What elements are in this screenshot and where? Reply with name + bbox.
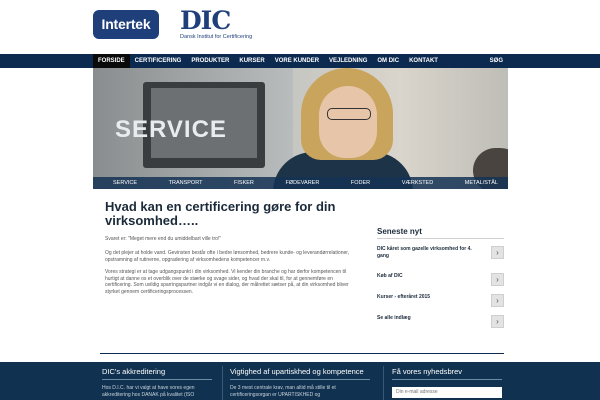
chevron-right-icon[interactable]: ›: [491, 273, 504, 286]
footer-separator: [383, 366, 384, 400]
chevron-right-icon[interactable]: ›: [491, 294, 504, 307]
news-item-label[interactable]: Kurser - efteråret 2015: [377, 294, 482, 301]
hero-tab-service[interactable]: SERVICE: [113, 177, 137, 189]
dic-logo-subtitle: Dansk Institut for Certificering: [180, 34, 253, 40]
nav-item-vejledning[interactable]: VEJLEDNING: [324, 54, 372, 68]
footer-accreditation: DIC's akkreditering Hos D.I.C. har vi va…: [102, 367, 220, 399]
footer-impartiality: Vigtighed af upartiskhed og kompetence D…: [230, 367, 370, 399]
nav-item-om-dic[interactable]: OM DIC: [372, 54, 404, 68]
chevron-right-icon[interactable]: ›: [491, 315, 504, 328]
footer-rule: [392, 379, 502, 380]
hero-tab-metal-staal[interactable]: METAL/STÅL: [465, 177, 498, 189]
hero-title: SERVICE: [115, 116, 227, 143]
chevron-right-icon[interactable]: ›: [491, 246, 504, 259]
hero-tab-fisker[interactable]: FISKER: [234, 177, 254, 189]
news-item[interactable]: DIC kåret som gazelle virksomhed for 4. …: [377, 246, 504, 262]
hero-person-face: [319, 86, 377, 158]
intro-answer: Svaret er: "Meget mere end du umiddelbar…: [105, 236, 222, 242]
hero-tab-foder[interactable]: FODER: [351, 177, 370, 189]
page-title: Hvad kan en certificering gøre for din v…: [105, 199, 336, 228]
news-item[interactable]: Se alle indlæg ›: [377, 315, 504, 331]
dic-logo[interactable]: DIC Dansk Institut for Certificering: [180, 6, 253, 44]
nav-item-certificering[interactable]: CERTIFICERING: [130, 54, 187, 68]
footer-accreditation-text: Hos D.I.C. har vi valgt at have vores eg…: [102, 385, 195, 398]
news-title: Seneste nyt: [377, 227, 422, 236]
hero-tabs: SERVICE TRANSPORT FISKER FØDEVARER FODER…: [93, 177, 508, 189]
footer-impartiality-text: De 3 mest centrale krav, man altid må st…: [230, 385, 336, 398]
hero-tab-transport[interactable]: TRANSPORT: [169, 177, 203, 189]
intro-paragraph: Og det plejer at holde vand. Gevinsten b…: [105, 250, 350, 263]
nav-search[interactable]: SØG: [485, 54, 508, 68]
footer-newsletter-title: Få vores nyhedsbrev: [392, 367, 463, 376]
footer-rule: [102, 379, 212, 380]
newsletter-email-input[interactable]: [392, 387, 502, 398]
news-item-label[interactable]: DIC kåret som gazelle virksomhed for 4. …: [377, 246, 482, 260]
nav-item-produkter[interactable]: PRODUKTER: [186, 54, 234, 68]
footer-impartiality-title[interactable]: Vigtighed af upartiskhed og kompetence: [230, 367, 370, 377]
news-item-label[interactable]: Se alle indlæg: [377, 315, 482, 322]
footer-separator: [222, 366, 223, 400]
nav-item-forside[interactable]: FORSIDE: [93, 54, 130, 68]
news-item[interactable]: Kurser - efteråret 2015 ›: [377, 294, 504, 310]
nav-item-kontakt[interactable]: KONTAKT: [404, 54, 443, 68]
main-nav: FORSIDE CERTIFICERING PRODUKTER KURSER V…: [0, 54, 600, 68]
hero-banner: SERVICE SERVICE TRANSPORT FISKER FØDEVAR…: [93, 68, 508, 189]
dic-logo-mark: DIC: [180, 6, 231, 35]
content-divider: [100, 353, 504, 354]
nav-item-kurser[interactable]: KURSER: [234, 54, 269, 68]
header: Intertek DIC Dansk Institut for Certific…: [0, 0, 600, 54]
hero-tab-fodevarer[interactable]: FØDEVARER: [285, 177, 319, 189]
footer-accreditation-title[interactable]: DIC's akkreditering: [102, 367, 220, 377]
intertek-logo[interactable]: Intertek: [93, 10, 159, 39]
news-item-label[interactable]: Køb af DIC: [377, 273, 482, 280]
footer-rule: [230, 379, 370, 380]
hero-person-glasses: [327, 108, 371, 120]
hero-tab-vaerksted[interactable]: VÆRKSTED: [402, 177, 433, 189]
news-item[interactable]: Køb af DIC ›: [377, 273, 504, 289]
strategy-paragraph: Vores strategi er at tage udgangspunkt i…: [105, 269, 349, 296]
nav-items: FORSIDE CERTIFICERING PRODUKTER KURSER V…: [93, 54, 508, 68]
nav-item-vore-kunder[interactable]: VORE KUNDER: [270, 54, 324, 68]
footer-newsletter: Få vores nyhedsbrev: [392, 367, 502, 398]
news-divider: [377, 238, 504, 239]
